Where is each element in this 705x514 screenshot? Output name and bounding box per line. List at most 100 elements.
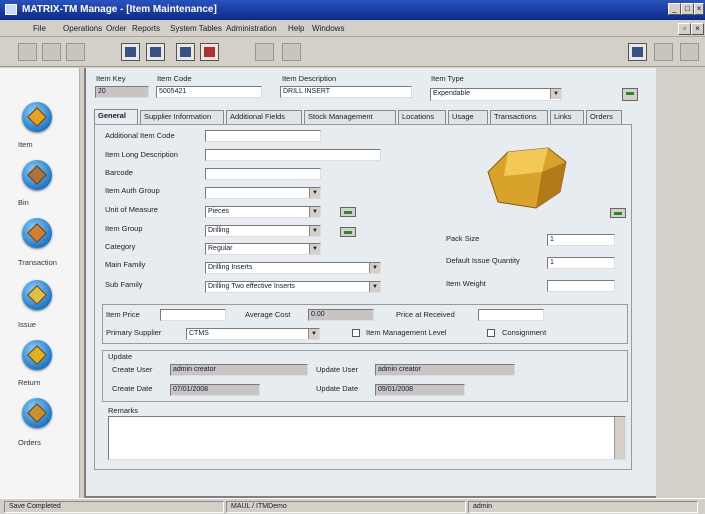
unit-of-measure-select[interactable]: Pieces ▼ — [205, 206, 321, 218]
menu-administration[interactable]: Administration — [226, 24, 277, 33]
menu-system-tables[interactable]: System Tables — [170, 24, 222, 33]
sub-family-select[interactable]: Drilling Two effective Inserts ▼ — [205, 281, 381, 293]
item-description-field[interactable]: DRILL INSERT — [280, 86, 412, 98]
tab-links[interactable]: Links — [550, 110, 584, 124]
issue-icon[interactable] — [22, 280, 52, 310]
item-auth-group-select[interactable]: ▼ — [205, 187, 321, 199]
print-icon[interactable] — [176, 43, 195, 61]
tab-transactions[interactable]: Transactions — [490, 110, 548, 124]
remarks-scrollbar[interactable] — [614, 417, 625, 459]
item-key-field: 20 — [95, 86, 149, 98]
category-select[interactable]: Regular ▼ — [205, 243, 321, 255]
main-family-label: Main Family — [105, 260, 146, 269]
main-family-select[interactable]: Drilling Inserts ▼ — [205, 262, 381, 274]
menu-help[interactable]: Help — [288, 24, 304, 33]
help-icon[interactable] — [654, 43, 673, 61]
consignment-checkbox[interactable] — [487, 329, 495, 337]
tab-locations[interactable]: Locations — [398, 110, 446, 124]
menu-reports[interactable]: Reports — [132, 24, 160, 33]
pack-size-label: Pack Size — [446, 234, 480, 243]
item-type-select[interactable]: Expendable ▼ — [430, 88, 562, 101]
copy-icon[interactable] — [146, 43, 165, 61]
menu-windows[interactable]: Windows — [312, 24, 344, 33]
item-group-label: Item Group — [105, 224, 143, 233]
return-icon[interactable] — [22, 340, 52, 370]
item-weight-field[interactable] — [547, 280, 615, 292]
chevron-down-icon: ▼ — [550, 89, 561, 99]
item-image — [487, 147, 567, 209]
main-family-value: Drilling Inserts — [208, 264, 253, 271]
delete-icon[interactable] — [200, 43, 219, 61]
category-value: Regular — [208, 245, 233, 252]
item-key-label: Item Key — [96, 74, 126, 83]
search-icon[interactable] — [255, 43, 274, 61]
orders-icon[interactable] — [22, 398, 52, 428]
primary-supplier-select[interactable]: CTMS ▼ — [186, 328, 320, 340]
default-issue-quantity-field[interactable]: 1 — [547, 257, 615, 269]
exit-icon[interactable] — [680, 43, 699, 61]
calculator-icon[interactable] — [628, 43, 647, 61]
maximize-button[interactable]: □ — [681, 3, 694, 15]
sidebar-transaction-label[interactable]: Transaction — [18, 258, 57, 267]
barcode-field[interactable] — [205, 168, 321, 180]
tab-stock-management[interactable]: Stock Management — [304, 110, 396, 124]
mdi-close-icon[interactable]: × — [691, 23, 704, 35]
bin-icon[interactable] — [22, 160, 52, 190]
item-group-select[interactable]: Drilling ▼ — [205, 225, 321, 237]
item-icon[interactable] — [22, 102, 52, 132]
save-icon[interactable] — [121, 43, 140, 61]
unit-of-measure-value: Pieces — [208, 208, 230, 215]
open-icon[interactable] — [42, 43, 61, 61]
tab-supplier-information[interactable]: Supplier Information — [140, 110, 224, 124]
update-section-label: Update — [108, 352, 133, 361]
sidebar-bin-label[interactable]: Bin — [18, 198, 29, 207]
sidebar-issue-label[interactable]: Issue — [18, 320, 36, 329]
tab-orders[interactable]: Orders — [586, 110, 622, 124]
transaction-icon[interactable] — [22, 218, 52, 248]
item-weight-label: Item Weight — [446, 279, 486, 288]
sub-family-label: Sub Family — [105, 280, 143, 289]
menu-operations[interactable]: Operations — [63, 24, 102, 33]
tab-additional-fields[interactable]: Additional Fields — [226, 110, 302, 124]
mdi-restore-icon[interactable]: ▫ — [678, 23, 691, 35]
minimize-button[interactable]: _ — [668, 3, 681, 15]
chevron-down-icon: ▼ — [369, 263, 380, 273]
sidebar: Item Bin Transaction Issue Return Orders — [0, 68, 80, 498]
tab-usage[interactable]: Usage — [448, 110, 488, 124]
create-date-field: 07/01/2008 — [170, 384, 260, 396]
average-cost-label: Average Cost — [245, 310, 291, 319]
item-price-label: Item Price — [106, 310, 140, 319]
barcode-label: Barcode — [105, 168, 133, 177]
category-label: Category — [105, 242, 136, 251]
image-lookup-button[interactable] — [610, 208, 626, 218]
item-price-field[interactable] — [160, 309, 226, 321]
remarks-textarea[interactable] — [108, 416, 626, 460]
item-type-lookup-button[interactable] — [622, 88, 638, 101]
item-group-lookup-button[interactable] — [340, 227, 356, 237]
price-received-label: Price at Received — [396, 310, 455, 319]
sidebar-item-label[interactable]: Item — [18, 140, 33, 149]
menu-file[interactable]: File — [33, 24, 46, 33]
additional-item-code-field[interactable] — [205, 130, 321, 142]
close-button[interactable]: × — [694, 3, 704, 15]
new-icon[interactable] — [18, 43, 37, 61]
pack-size-field[interactable]: 1 — [547, 234, 615, 246]
tab-general[interactable]: General — [94, 109, 138, 124]
item-management-level-checkbox[interactable] — [352, 329, 360, 337]
menu-order[interactable]: Order — [106, 24, 126, 33]
back-icon[interactable] — [66, 43, 85, 61]
item-type-value: Expendable — [433, 90, 470, 97]
default-issue-quantity-label: Default Issue Quantity — [446, 256, 520, 265]
app-icon — [5, 4, 17, 15]
status-database: MAUL / ITMDemo — [226, 501, 466, 513]
unit-of-measure-lookup-button[interactable] — [340, 207, 356, 217]
sub-family-value: Drilling Two effective Inserts — [208, 283, 295, 290]
item-long-description-field[interactable] — [205, 149, 381, 161]
sidebar-return-label[interactable]: Return — [18, 378, 41, 387]
chevron-down-icon: ▼ — [309, 244, 320, 254]
item-code-field[interactable]: 5005421 — [156, 86, 262, 98]
sidebar-orders-label[interactable]: Orders — [18, 438, 41, 447]
refresh-icon[interactable] — [282, 43, 301, 61]
chevron-down-icon: ▼ — [308, 329, 319, 339]
price-received-field[interactable] — [478, 309, 544, 321]
